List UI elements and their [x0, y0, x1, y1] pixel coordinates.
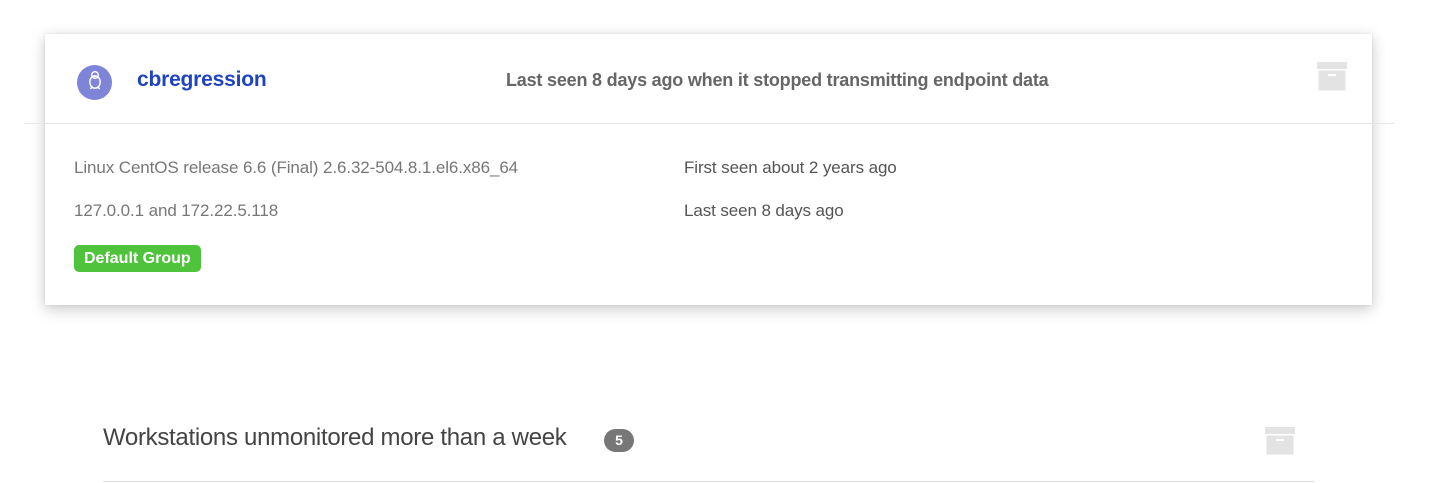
page: cbregression Last seen 8 days ago when i… — [0, 0, 1433, 483]
last-seen-status: Last seen 8 days ago when it stopped tra… — [506, 70, 1049, 90]
last-seen-text: Last seen 8 days ago — [684, 201, 844, 220]
os-description: Linux CentOS release 6.6 (Final) 2.6.32-… — [74, 158, 519, 177]
group-badge[interactable]: Default Group — [74, 245, 201, 272]
os-avatar — [77, 65, 112, 100]
host-name-link[interactable]: cbregression — [137, 68, 267, 92]
section-title: Workstations unmonitored more than a wee… — [103, 424, 567, 451]
count-badge: 5 — [604, 429, 634, 452]
card-header-divider — [24, 123, 1394, 124]
section-divider — [103, 481, 1314, 482]
linux-penguin-icon — [84, 69, 106, 96]
archive-box-icon[interactable] — [1265, 427, 1295, 460]
first-seen-text: First seen about 2 years ago — [684, 158, 897, 177]
ip-addresses: 127.0.0.1 and 172.22.5.118 — [74, 201, 279, 220]
archive-box-icon[interactable] — [1317, 62, 1347, 97]
